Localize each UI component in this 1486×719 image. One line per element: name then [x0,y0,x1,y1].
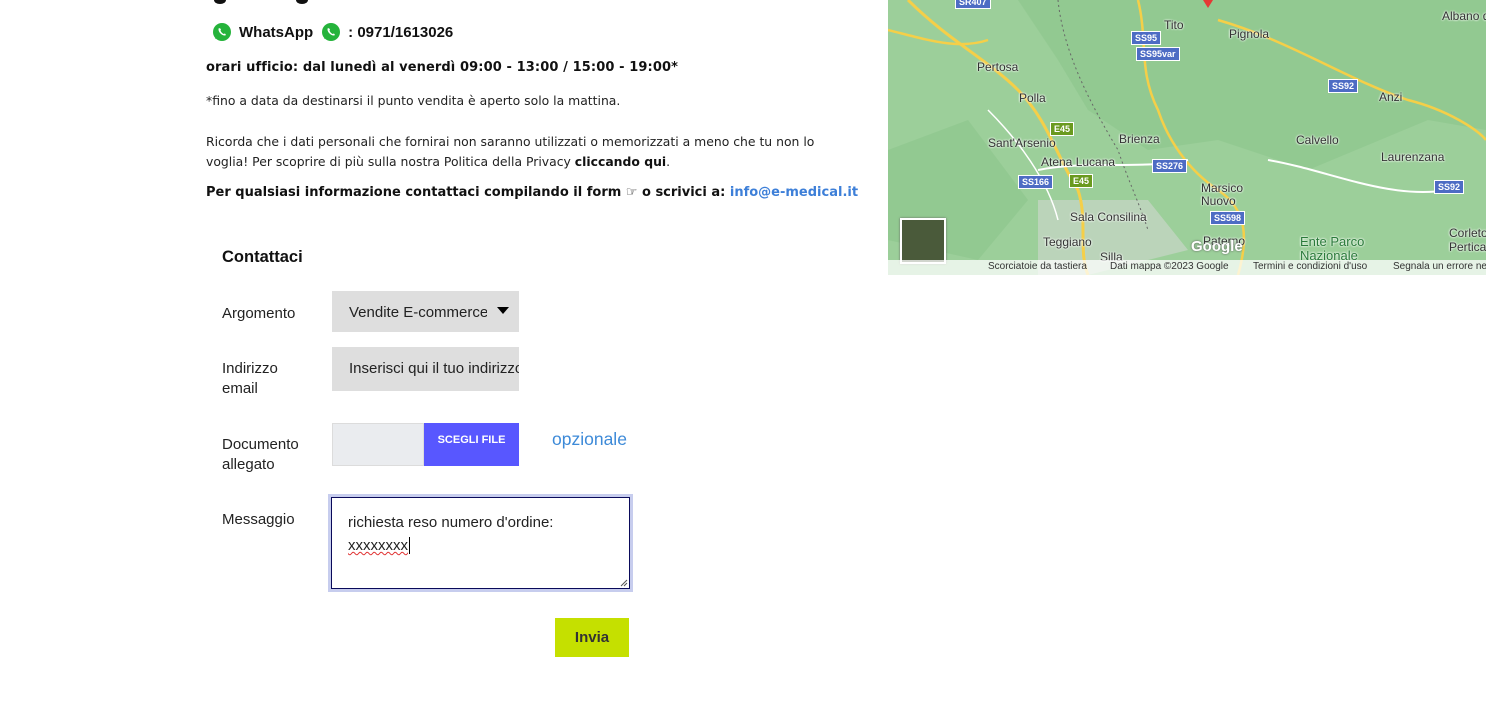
privacy-text: Ricorda che i dati personali che fornira… [206,134,815,169]
road-shield: SS166 [1018,175,1054,189]
report-error-link[interactable]: Segnala un errore nella mappa [1393,261,1486,272]
map-footer: Scorciatoie da tastiera Dati mappa ©2023… [888,260,1486,275]
attachment-label: Documento allegato [222,436,299,473]
road-shield: SS92 [1434,180,1465,194]
message-textarea[interactable]: richiesta reso numero d'ordine: xxxxxxxx… [328,494,633,592]
map-place: Atena Lucana [1041,155,1116,169]
email-input[interactable]: Inserisci qui il tuo indirizzo email [332,347,519,391]
map-place: Marsico Nuovo [1201,181,1244,208]
map-place: Calvello [1296,133,1339,147]
privacy-end: . [666,154,671,169]
info-email-link[interactable]: info@e-medical.it [730,185,858,200]
whatsapp-icon [322,23,341,41]
message-line-2: xxxxxxxx [348,537,408,554]
resize-handle-icon[interactable] [620,579,628,587]
map-place: Pertosa [977,60,1019,74]
info-text: Per qualsiasi informazione contattaci co… [206,185,726,200]
terms-link[interactable]: Termini e condizioni d'uso [1253,261,1367,272]
road-shield: E45 [1069,174,1094,188]
topic-value: Vendite E-commerce [349,304,487,321]
message-label: Messaggio [222,511,295,528]
office-hours: orari ufficio: dal lunedì al venerdì 09:… [206,60,679,75]
phone-number: : 0971/1613026 [348,23,454,41]
privacy-link[interactable]: cliccando qui [575,154,666,169]
road-shield: E45 [1050,122,1075,136]
map-place: Brienza [1119,132,1160,146]
submit-button[interactable]: Invia [555,618,629,657]
whatsapp-label: WhatsApp [239,23,314,41]
privacy-paragraph: Ricorda che i dati personali che fornira… [206,132,826,172]
footprints-icon [214,0,308,4]
message-line-1: richiesta reso numero d'ordine: [348,514,554,531]
google-map[interactable]: Tito Pignola Albano di Lucania Pertosa P… [888,0,1486,275]
topic-label: Argomento [222,305,296,322]
hours-note: *fino a data da destinarsi il punto vend… [206,93,621,108]
caret-down-icon [497,307,509,314]
map-place: Laurenzana [1381,150,1445,164]
road-shield: SS92 [1328,79,1359,93]
map-place: Albano di Lucania [1442,9,1486,23]
satellite-toggle[interactable] [900,218,946,264]
map-terrain [888,0,1486,275]
whatsapp-row: WhatsApp : 0971/1613026 [212,21,453,43]
map-data-credit: Dati mappa ©2023 Google [1110,261,1229,272]
map-place: Polla [1019,91,1046,105]
map-place: Corleto Perticara [1449,226,1486,254]
map-place: Sala Consilina [1070,210,1147,224]
road-shield: SS95var [1136,47,1180,61]
keyboard-shortcuts-link[interactable]: Scorciatoie da tastiera [988,261,1087,272]
email-label: Indirizzo email [222,360,278,397]
map-place: Anzi [1379,90,1403,104]
choose-file-button[interactable]: SCEGLI FILE [424,423,519,466]
map-place: Pignola [1229,27,1270,41]
topic-select[interactable]: Vendite E-commerce [332,291,519,332]
map-place: Ente Parco Nazionale [1300,234,1365,263]
road-shield: SS95 [1131,31,1162,45]
optional-hint: opzionale [552,429,627,449]
map-place: Tito [1164,18,1184,32]
contact-form-title: Contattaci [222,248,303,266]
road-shield: SS276 [1152,159,1188,173]
google-logo: Google [1191,238,1243,255]
map-place: Sant'Arsenio [988,136,1056,150]
road-shield: SS598 [1210,211,1246,225]
text-cursor: ​ [409,537,410,554]
whatsapp-icon [213,23,231,41]
file-name-box[interactable] [332,423,424,466]
info-line: Per qualsiasi informazione contattaci co… [206,185,858,200]
road-shield: SR407 [955,0,991,9]
map-place: Teggiano [1043,235,1092,249]
